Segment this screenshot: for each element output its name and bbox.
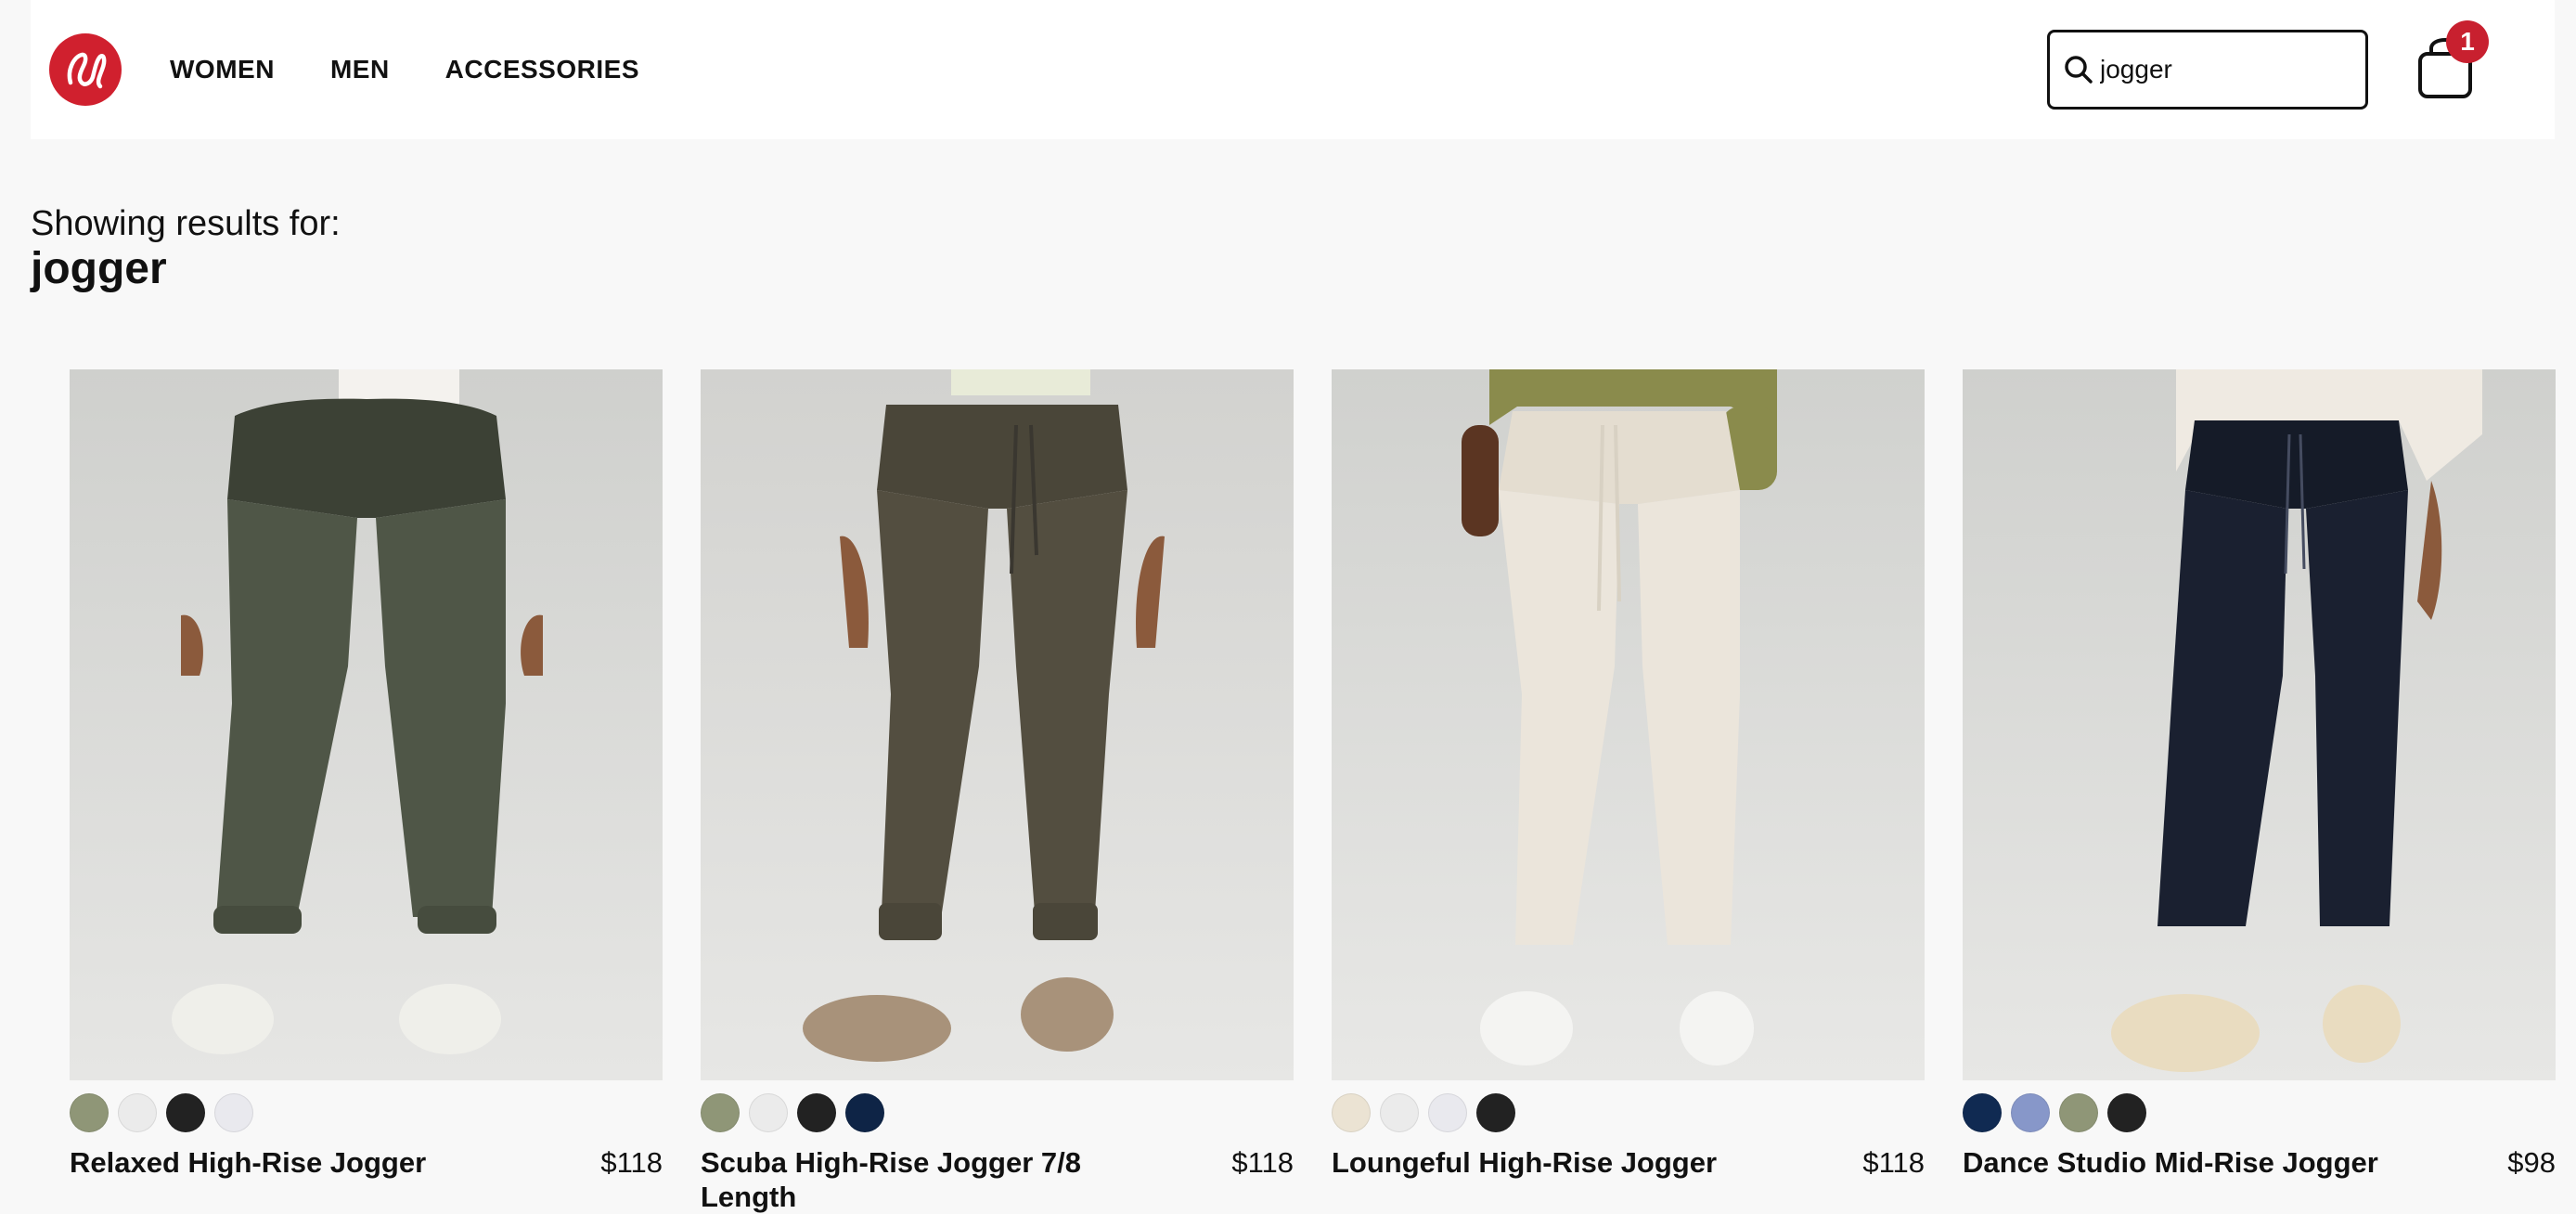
- product-price: $118: [600, 1146, 663, 1179]
- main-nav: WOMEN MEN ACCESSORIES: [170, 48, 639, 91]
- color-swatch[interactable]: [2107, 1093, 2146, 1132]
- product-name[interactable]: Dance Studio Mid-Rise Jogger: [1963, 1145, 2399, 1180]
- product-price: $118: [1231, 1146, 1294, 1179]
- product-info: Dance Studio Mid-Rise Jogger $98: [1963, 1145, 2556, 1180]
- color-swatch[interactable]: [1332, 1093, 1371, 1132]
- product-card: Dance Studio Mid-Rise Jogger $98: [1963, 369, 2556, 1214]
- lululemon-logo-icon[interactable]: [49, 33, 122, 106]
- product-price: $118: [1862, 1146, 1925, 1179]
- product-name[interactable]: Scuba High-Rise Jogger 7/8 Length: [701, 1145, 1137, 1214]
- nav-men[interactable]: MEN: [330, 48, 390, 91]
- product-card: Relaxed High-Rise Jogger $118: [70, 369, 663, 1214]
- color-swatch[interactable]: [2011, 1093, 2050, 1132]
- color-swatch[interactable]: [797, 1093, 836, 1132]
- color-swatches: [1332, 1093, 1925, 1132]
- product-card: Scuba High-Rise Jogger 7/8 Length $118: [701, 369, 1294, 1214]
- color-swatch[interactable]: [166, 1093, 205, 1132]
- product-info: Scuba High-Rise Jogger 7/8 Length $118: [701, 1145, 1294, 1214]
- search-icon: [2063, 54, 2094, 85]
- color-swatch[interactable]: [70, 1093, 109, 1132]
- product-image[interactable]: [1963, 369, 2556, 1080]
- color-swatches: [70, 1093, 663, 1132]
- product-grid: Relaxed High-Rise Jogger $118 Scuba High…: [70, 369, 2556, 1214]
- product-price: $98: [2507, 1146, 2556, 1179]
- color-swatch[interactable]: [1428, 1093, 1467, 1132]
- search-input[interactable]: [2100, 55, 2341, 84]
- color-swatch[interactable]: [1963, 1093, 2002, 1132]
- product-info: Loungeful High-Rise Jogger $118: [1332, 1145, 1925, 1180]
- product-card: Loungeful High-Rise Jogger $118: [1332, 369, 1925, 1214]
- color-swatch[interactable]: [749, 1093, 788, 1132]
- color-swatches: [1963, 1093, 2556, 1132]
- color-swatch[interactable]: [214, 1093, 253, 1132]
- cart-count-badge: 1: [2446, 20, 2489, 63]
- color-swatch[interactable]: [701, 1093, 740, 1132]
- product-image[interactable]: [701, 369, 1294, 1080]
- color-swatch[interactable]: [118, 1093, 157, 1132]
- search-box[interactable]: [2047, 30, 2368, 110]
- color-swatches: [701, 1093, 1294, 1132]
- color-swatch[interactable]: [845, 1093, 884, 1132]
- product-info: Relaxed High-Rise Jogger $118: [70, 1145, 663, 1180]
- color-swatch[interactable]: [2059, 1093, 2098, 1132]
- nav-women[interactable]: WOMEN: [170, 48, 275, 91]
- product-image[interactable]: [1332, 369, 1925, 1080]
- product-name[interactable]: Loungeful High-Rise Jogger: [1332, 1145, 1768, 1180]
- color-swatch[interactable]: [1476, 1093, 1515, 1132]
- nav-accessories[interactable]: ACCESSORIES: [445, 48, 639, 91]
- results-label: Showing results for:: [31, 204, 341, 243]
- product-image[interactable]: [70, 369, 663, 1080]
- color-swatch[interactable]: [1380, 1093, 1419, 1132]
- results-query: jogger: [31, 244, 167, 293]
- product-name[interactable]: Relaxed High-Rise Jogger: [70, 1145, 506, 1180]
